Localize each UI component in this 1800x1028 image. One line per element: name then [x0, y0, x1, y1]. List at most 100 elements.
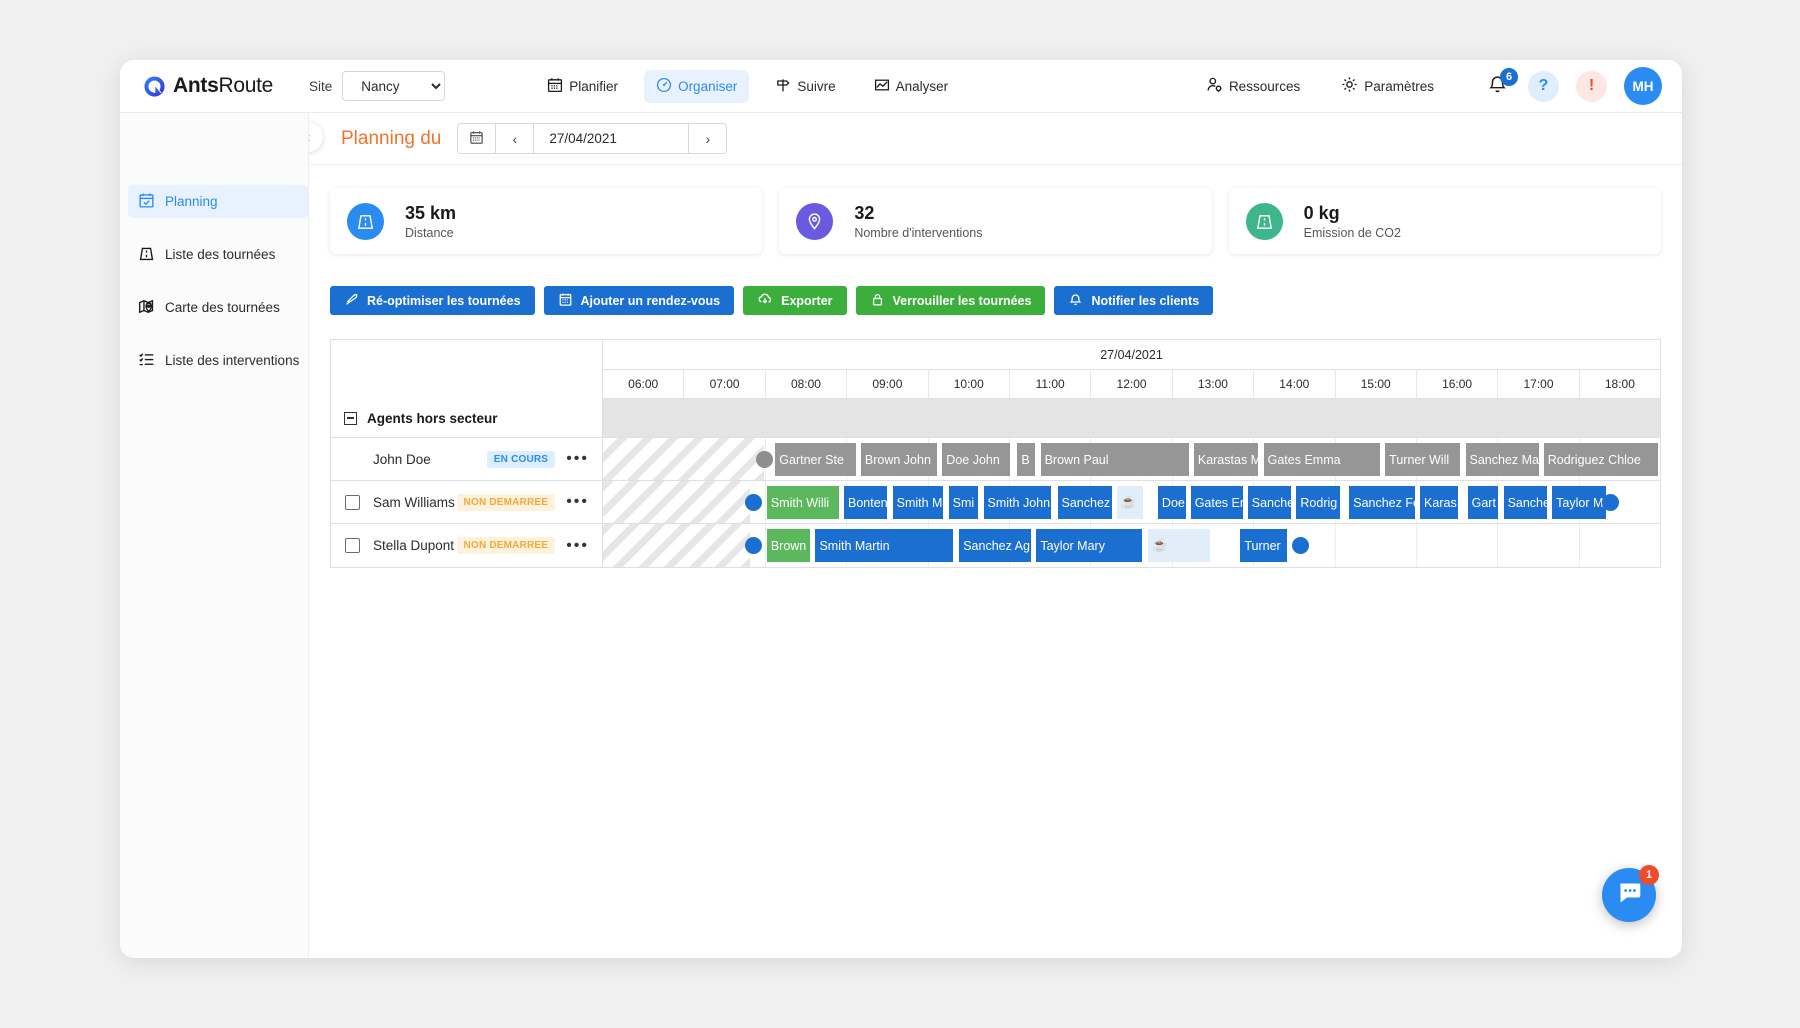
road-icon	[138, 245, 155, 265]
intervention-segment[interactable]: Taylor M	[1552, 486, 1608, 519]
intervention-segment[interactable]: Doe	[1158, 486, 1188, 519]
tour-start-marker[interactable]	[745, 537, 762, 554]
tour-end-marker[interactable]	[1602, 494, 1619, 511]
table-row: Sam WilliamsNON DEMARREE•••Smith WilliBo…	[331, 481, 1660, 524]
planning-header: ‹ Planning du ‹ 27/04/2021 ›	[309, 113, 1682, 165]
planning-gantt: 27/04/2021 06:0007:0008:0009:0010:0011:0…	[330, 339, 1661, 568]
intervention-segment[interactable]: Sanchez Fe	[1349, 486, 1417, 519]
stat-label-interventions: Nombre d'interventions	[854, 226, 982, 240]
intervention-segment[interactable]: Turner	[1240, 529, 1289, 562]
help-button[interactable]: ?	[1528, 71, 1559, 102]
gantt-hour-tick: 10:00	[929, 370, 1010, 398]
sidebar-item-liste-interventions[interactable]: Liste des interventions	[128, 344, 308, 377]
intervention-segment[interactable]: Gartner Ste	[775, 443, 857, 476]
intervention-segment[interactable]: Sanchez	[1058, 486, 1114, 519]
notify-clients-button[interactable]: Notifier les clients	[1054, 286, 1213, 315]
alert-button[interactable]: !	[1576, 71, 1607, 102]
sidebar-item-planning[interactable]: Planning	[128, 185, 308, 218]
previous-date-button[interactable]: ‹	[496, 124, 534, 153]
intervention-segment[interactable]: Sanche	[1504, 486, 1549, 519]
intervention-segment[interactable]: Sanchez Ma	[1466, 443, 1541, 476]
date-value[interactable]: 27/04/2021	[534, 124, 688, 153]
lock-tours-button[interactable]: Verrouiller les tournées	[856, 286, 1046, 315]
intervention-segment[interactable]: Doe John	[942, 443, 1012, 476]
site-label: Site	[309, 79, 332, 94]
chat-button[interactable]: 1	[1602, 868, 1656, 922]
lock-icon	[870, 292, 885, 310]
nav-label-parametres: Paramètres	[1364, 79, 1434, 94]
intervention-segment[interactable]: Smi	[949, 486, 981, 519]
intervention-segment[interactable]: Gates Er	[1191, 486, 1245, 519]
nav-item-planifier[interactable]: Planifier	[535, 70, 630, 103]
intervention-segment[interactable]: Bonten	[844, 486, 889, 519]
export-button[interactable]: Exporter	[743, 286, 846, 315]
intervention-segment[interactable]: Brown Paul	[1041, 443, 1191, 476]
status-badge: NON DEMARREE	[457, 494, 556, 511]
gantt-header-right: 27/04/2021 06:0007:0008:0009:0010:0011:0…	[603, 340, 1660, 399]
intervention-segment[interactable]: Sanchez Ag	[959, 529, 1033, 562]
row-checkbox[interactable]	[345, 538, 360, 553]
sidebar-item-liste-tournees[interactable]: Liste des tournées	[128, 238, 308, 271]
top-bar: AntsRoute Site Nancy Planifier Organiser	[120, 60, 1682, 113]
nav-item-parametres[interactable]: Paramètres	[1329, 69, 1446, 103]
collapse-sidebar-button[interactable]: ‹	[309, 122, 323, 152]
app-logo[interactable]: AntsRoute	[143, 74, 273, 98]
gantt-group-track	[603, 399, 1660, 437]
gauge-icon	[656, 77, 672, 96]
add-appointment-button[interactable]: Ajouter un rendez-vous	[544, 286, 735, 315]
sidebar-item-carte-tournees[interactable]: Carte des tournées	[128, 291, 308, 324]
notification-count-badge: 6	[1500, 68, 1518, 86]
row-menu-button[interactable]: •••	[566, 494, 589, 510]
intervention-segment[interactable]: Turner Will	[1385, 443, 1462, 476]
intervention-segment[interactable]: Brown	[767, 529, 812, 562]
intervention-segment[interactable]: Smith Martin	[815, 529, 955, 562]
nav-item-organiser[interactable]: Organiser	[644, 70, 749, 103]
table-row: Stella DupontNON DEMARREE•••BrownSmith M…	[331, 524, 1660, 567]
intervention-segment[interactable]: Sanche	[1248, 486, 1293, 519]
sidebar-label-carte-tournees: Carte des tournées	[165, 300, 280, 315]
avatar[interactable]: MH	[1624, 67, 1662, 105]
intervention-segment[interactable]: Smith John	[984, 486, 1054, 519]
break-segment[interactable]: ☕	[1117, 486, 1146, 519]
gantt-group-left[interactable]: Agents hors secteur	[331, 399, 603, 437]
signpost-icon	[775, 77, 791, 96]
intervention-segment[interactable]: Rodriguez Chloe	[1544, 443, 1660, 476]
nav-item-analyser[interactable]: Analyser	[862, 70, 961, 103]
gantt-hour-tick: 18:00	[1580, 370, 1660, 398]
reoptimize-tours-button[interactable]: Ré-optimiser les tournées	[330, 286, 535, 315]
nav-item-suivre[interactable]: Suivre	[763, 70, 847, 103]
date-navigator: ‹ 27/04/2021 ›	[457, 123, 727, 154]
intervention-segment[interactable]: Karastas Mc	[1194, 443, 1261, 476]
calendar-picker-button[interactable]	[458, 124, 496, 153]
row-checkbox[interactable]	[345, 495, 360, 510]
intervention-segment[interactable]: Karas	[1420, 486, 1460, 519]
row-menu-button[interactable]: •••	[566, 538, 589, 554]
intervention-segment[interactable]: Taylor Mary	[1036, 529, 1144, 562]
nav-label-analyser: Analyser	[896, 79, 949, 94]
nav-item-ressources[interactable]: Ressources	[1194, 69, 1312, 103]
intervention-segment[interactable]: Gart	[1468, 486, 1501, 519]
row-menu-button[interactable]: •••	[566, 451, 589, 467]
status-badge: NON DEMARREE	[457, 537, 556, 554]
collapse-group-icon[interactable]	[344, 412, 357, 425]
intervention-segment[interactable]: Gates Emma	[1264, 443, 1382, 476]
break-segment[interactable]: ☕	[1148, 529, 1211, 562]
intervention-segment[interactable]: B	[1017, 443, 1037, 476]
gantt-hour-tick: 12:00	[1091, 370, 1172, 398]
body: Planning Liste des tournées Carte des to…	[120, 113, 1682, 958]
calendar-icon	[469, 130, 484, 148]
stat-value-distance: 35 km	[405, 202, 456, 225]
map-pin-icon	[796, 203, 833, 240]
notifications-button[interactable]: 6	[1487, 73, 1511, 99]
stat-value-interventions: 32	[854, 202, 982, 225]
intervention-segment[interactable]: Smith M	[893, 486, 946, 519]
nav-label-planifier: Planifier	[569, 79, 618, 94]
intervention-segment[interactable]: Smith Willi	[767, 486, 841, 519]
site-select[interactable]: Nancy	[342, 71, 445, 101]
intervention-segment[interactable]: Brown John	[861, 443, 939, 476]
notify-clients-label: Notifier les clients	[1091, 294, 1199, 308]
next-date-button[interactable]: ›	[688, 124, 726, 153]
intervention-segment[interactable]: Rodrig	[1296, 486, 1341, 519]
agent-name: John Doe	[373, 452, 431, 467]
tour-start-marker[interactable]	[745, 494, 762, 511]
